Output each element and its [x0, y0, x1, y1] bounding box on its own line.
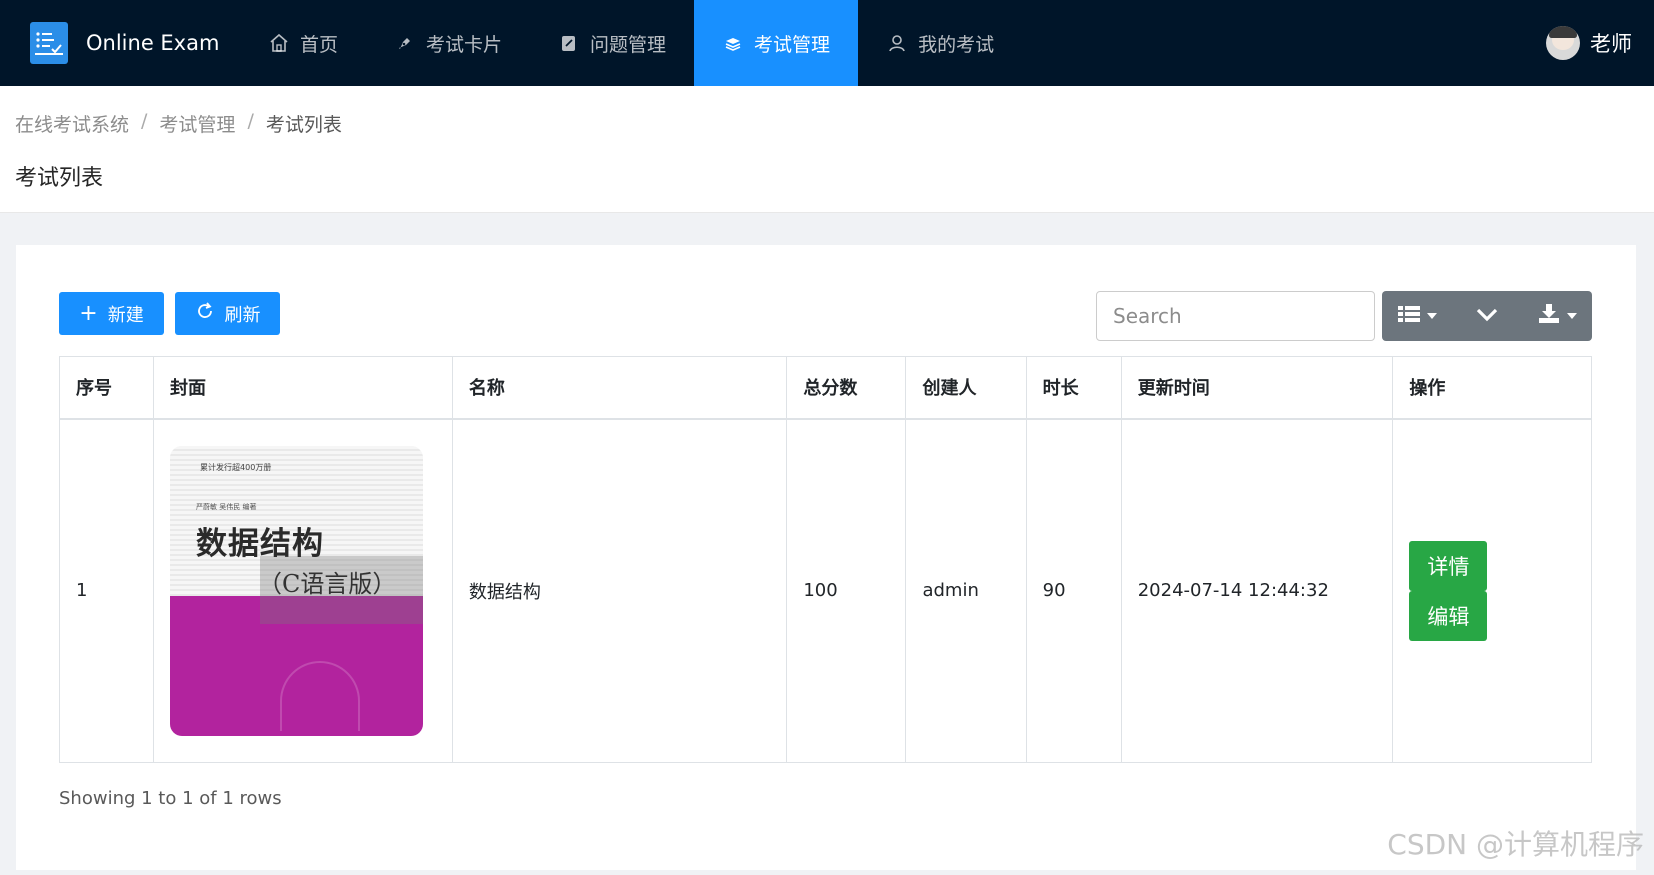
breadcrumb-separator: /: [247, 110, 254, 132]
pen-icon: [394, 32, 416, 54]
nav-label-exam-manage: 考试管理: [754, 33, 831, 56]
top-navbar: Online Exam 首页 考试卡片 问题管理 考试管理 我的考试 老师: [0, 0, 1654, 86]
nav-item-my-exams[interactable]: 我的考试: [858, 0, 1022, 86]
table-header-row: 序号 封面 名称 总分数 创建人 时长 更新时间 操作: [58, 356, 1592, 420]
cell-duration: 90: [1025, 418, 1122, 763]
breadcrumb-item-current: 考试列表: [265, 114, 342, 136]
column-header-name[interactable]: 名称: [451, 356, 788, 420]
stack-icon: [722, 32, 744, 54]
cover-subtitle: （C语言版）: [258, 569, 397, 598]
exam-table: 序号 封面 名称 总分数 创建人 时长 更新时间 操作 1 累计发行超400万册…: [58, 356, 1592, 763]
nav-label-my-exams: 我的考试: [918, 33, 995, 56]
brand-title: Online Exam: [86, 31, 220, 55]
avatar: [1546, 26, 1580, 60]
refresh-icon: [195, 301, 215, 326]
plus-icon: +: [79, 300, 98, 326]
new-button[interactable]: + 新建: [59, 292, 164, 335]
breadcrumb-separator: /: [141, 110, 148, 132]
nav-item-question-manage[interactable]: 问题管理: [530, 0, 694, 86]
list-icon: [1397, 305, 1420, 327]
main-nav: 首页 考试卡片 问题管理 考试管理 我的考试: [240, 0, 1022, 86]
breadcrumb-item-system[interactable]: 在线考试系统: [15, 110, 129, 137]
nav-item-home[interactable]: 首页: [240, 0, 366, 86]
edit-icon: [558, 32, 580, 54]
cover-image[interactable]: 累计发行超400万册 严蔚敏 吴伟民 编著 数据结构 （C语言版）: [170, 445, 424, 736]
chevron-down-icon: [1476, 307, 1498, 326]
exam-list-card: + 新建 刷新 序号: [16, 245, 1636, 870]
cover-title: 数据结构: [196, 525, 325, 562]
logo-icon: [30, 22, 68, 64]
brand[interactable]: Online Exam: [0, 0, 240, 86]
column-header-cover[interactable]: 封面: [153, 356, 453, 420]
refresh-button[interactable]: 刷新: [175, 292, 280, 335]
pagination-info: Showing 1 to 1 of 1 rows: [59, 788, 282, 809]
column-header-actions: 操作: [1392, 356, 1592, 420]
column-header-duration[interactable]: 时长: [1025, 356, 1122, 420]
detail-button[interactable]: 详情: [1409, 540, 1488, 591]
caret-down-icon: [1566, 313, 1577, 319]
user-name: 老师: [1590, 32, 1632, 56]
column-header-index[interactable]: 序号: [58, 356, 155, 420]
cover-line2: 严蔚敏 吴伟民 编著: [196, 502, 257, 511]
columns-toggle-button[interactable]: [1382, 291, 1452, 341]
table-toolbar: [1382, 291, 1592, 341]
nav-item-exam-manage[interactable]: 考试管理: [694, 0, 859, 86]
cell-creator: admin: [905, 418, 1027, 763]
column-header-creator[interactable]: 创建人: [905, 356, 1027, 420]
toggle-view-button[interactable]: [1452, 291, 1522, 341]
user-menu[interactable]: 老师: [1546, 0, 1632, 86]
user-icon: [886, 32, 908, 54]
cell-name: 数据结构: [451, 418, 788, 763]
cover-line1: 累计发行超400万册: [200, 462, 272, 472]
home-icon: [268, 32, 290, 54]
cell-total-score: 100: [786, 418, 907, 763]
nav-label-home: 首页: [300, 33, 339, 56]
nav-item-exam-cards[interactable]: 考试卡片: [366, 0, 530, 86]
nav-label-exam-cards: 考试卡片: [426, 33, 503, 56]
caret-down-icon: [1426, 313, 1437, 319]
cell-actions: 详情编辑: [1392, 418, 1592, 763]
breadcrumb-item-exam-manage[interactable]: 考试管理: [159, 110, 235, 137]
search-input[interactable]: [1096, 291, 1375, 341]
new-button-label: 新建: [107, 304, 144, 326]
watermark: CSDN @计算机程序: [1387, 828, 1644, 861]
column-header-updated-at[interactable]: 更新时间: [1120, 356, 1394, 420]
page-title: 考试列表: [15, 166, 104, 191]
nav-label-question-manage: 问题管理: [590, 33, 667, 56]
table-row: 1 累计发行超400万册 严蔚敏 吴伟民 编著 数据结构 （C语言版） 数据结构…: [58, 418, 1592, 763]
download-icon: [1538, 304, 1560, 328]
page-header: 在线考试系统 / 考试管理 / 考试列表 考试列表: [0, 86, 1654, 213]
cell-updated-at: 2024-07-14 12:44:32: [1120, 418, 1394, 763]
export-button[interactable]: [1522, 291, 1592, 341]
cell-cover: 累计发行超400万册 严蔚敏 吴伟民 编著 数据结构 （C语言版）: [153, 418, 453, 763]
breadcrumb: 在线考试系统 / 考试管理 / 考试列表: [15, 110, 342, 137]
edit-button[interactable]: 编辑: [1409, 590, 1488, 641]
cell-index: 1: [58, 418, 155, 763]
column-header-total-score[interactable]: 总分数: [786, 356, 907, 420]
refresh-button-label: 刷新: [224, 304, 261, 326]
